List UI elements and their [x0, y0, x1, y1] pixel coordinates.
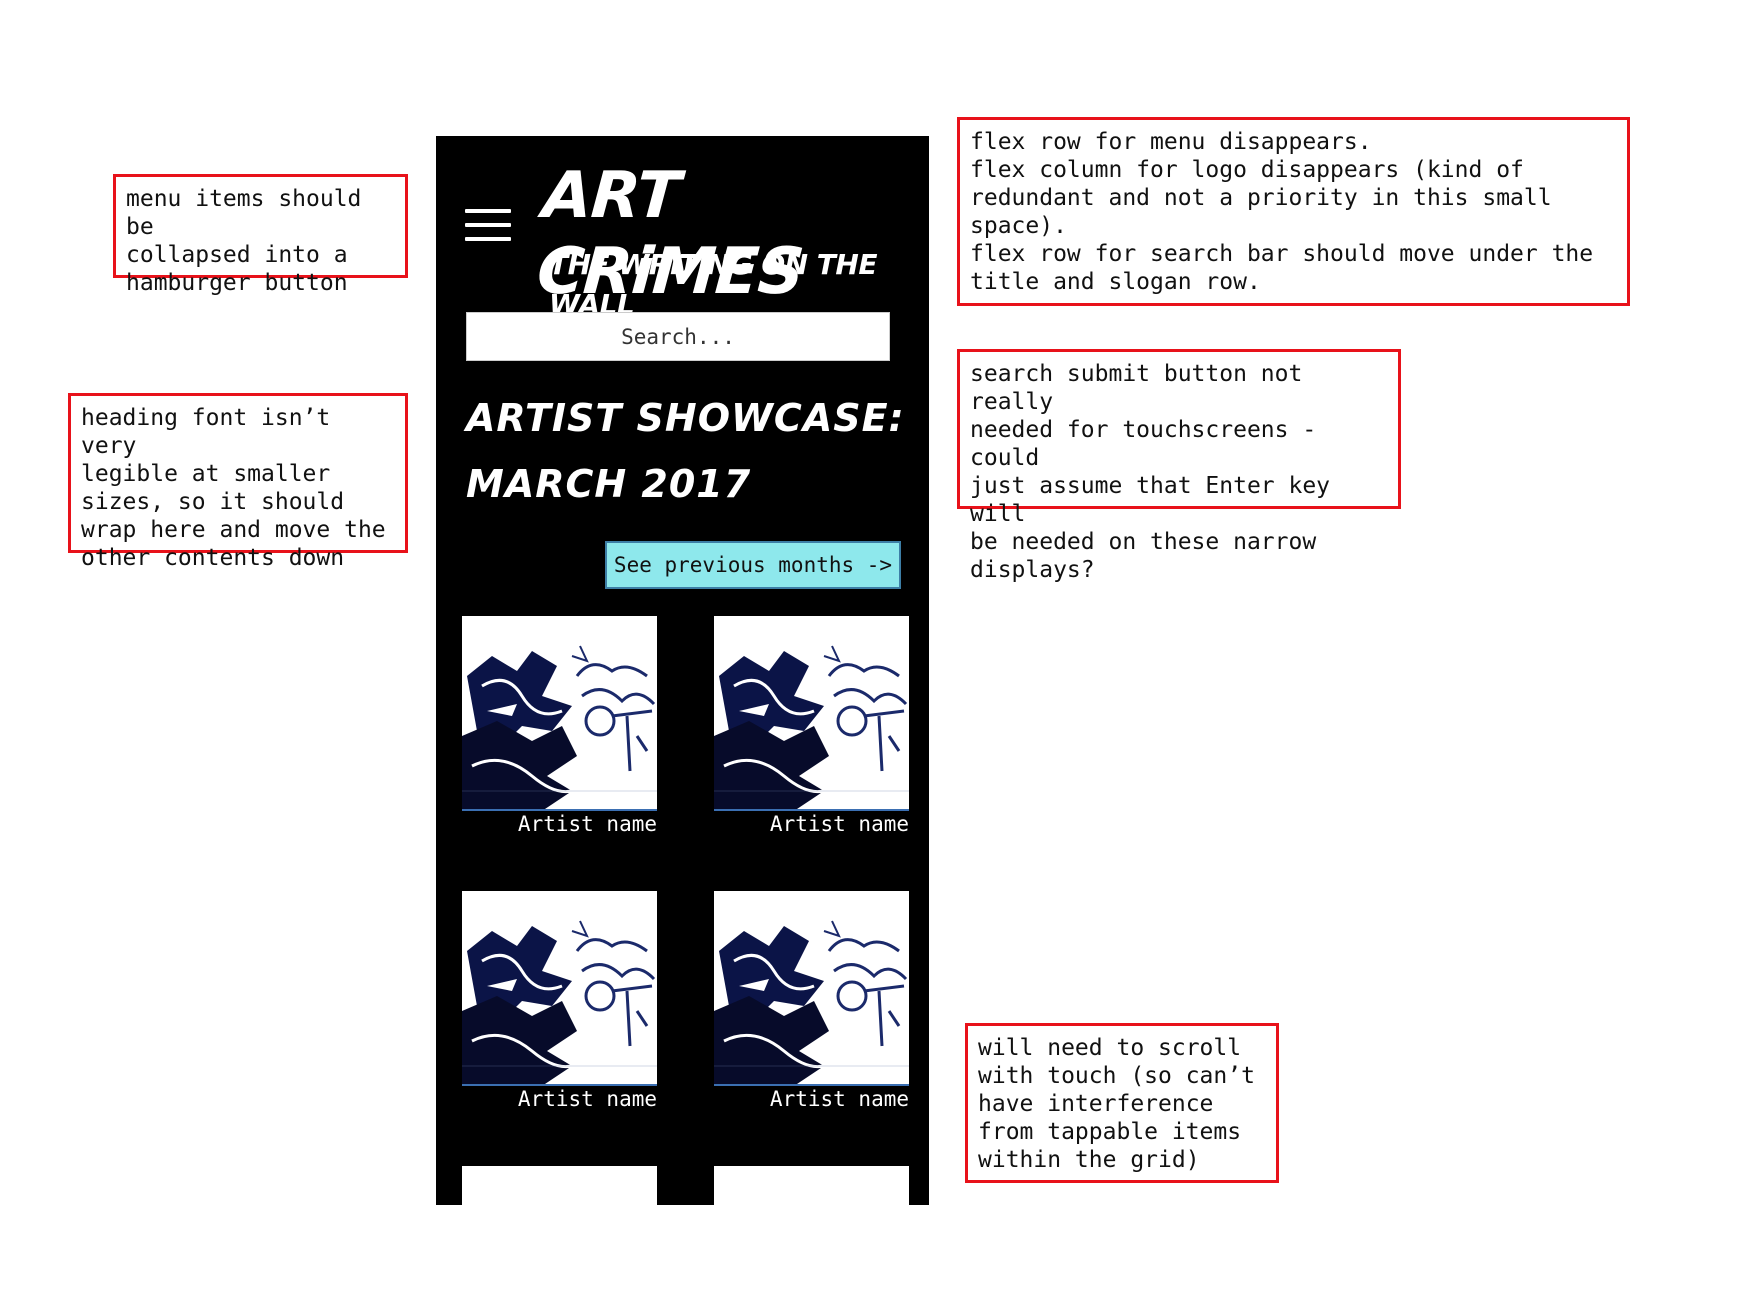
artist-image: [714, 891, 909, 1086]
artist-card-partial: [462, 1166, 657, 1205]
see-previous-months-button[interactable]: See previous months ->: [605, 541, 901, 589]
annotation-touch-scroll: will need to scroll with touch (so can’t…: [965, 1023, 1279, 1183]
artist-card-partial: [714, 1166, 909, 1205]
annotation-menu-collapse: menu items should be collapsed into a ha…: [113, 174, 408, 296]
annotation-flex-layout: flex row for menu disappears. flex colum…: [957, 117, 1630, 306]
page-heading-line-2: MARCH 2017: [466, 462, 752, 506]
mobile-mockup: ART CRiMES THE WRiTiNG ON THE WALL Searc…: [436, 136, 929, 1205]
hamburger-menu-icon[interactable]: [465, 209, 511, 243]
page-heading-line-1: ARTIST SHOWCASE:: [466, 396, 905, 440]
annotation-heading-font: heading font isn’t very legible at small…: [68, 393, 408, 571]
artist-name: Artist name: [517, 812, 657, 836]
artist-name: Artist name: [769, 812, 909, 836]
artist-image: [714, 616, 909, 811]
artist-card[interactable]: Artist name: [714, 616, 909, 836]
artist-card[interactable]: Artist name: [714, 891, 909, 1111]
artist-name: Artist name: [769, 1087, 909, 1111]
artist-card[interactable]: Artist name: [462, 891, 657, 1111]
search-input[interactable]: Search...: [466, 312, 890, 361]
artist-card[interactable]: Artist name: [462, 616, 657, 836]
artist-image: [462, 891, 657, 1086]
annotation-search-button: search submit button not really needed f…: [957, 349, 1401, 583]
artist-image: [462, 616, 657, 811]
artist-name: Artist name: [517, 1087, 657, 1111]
